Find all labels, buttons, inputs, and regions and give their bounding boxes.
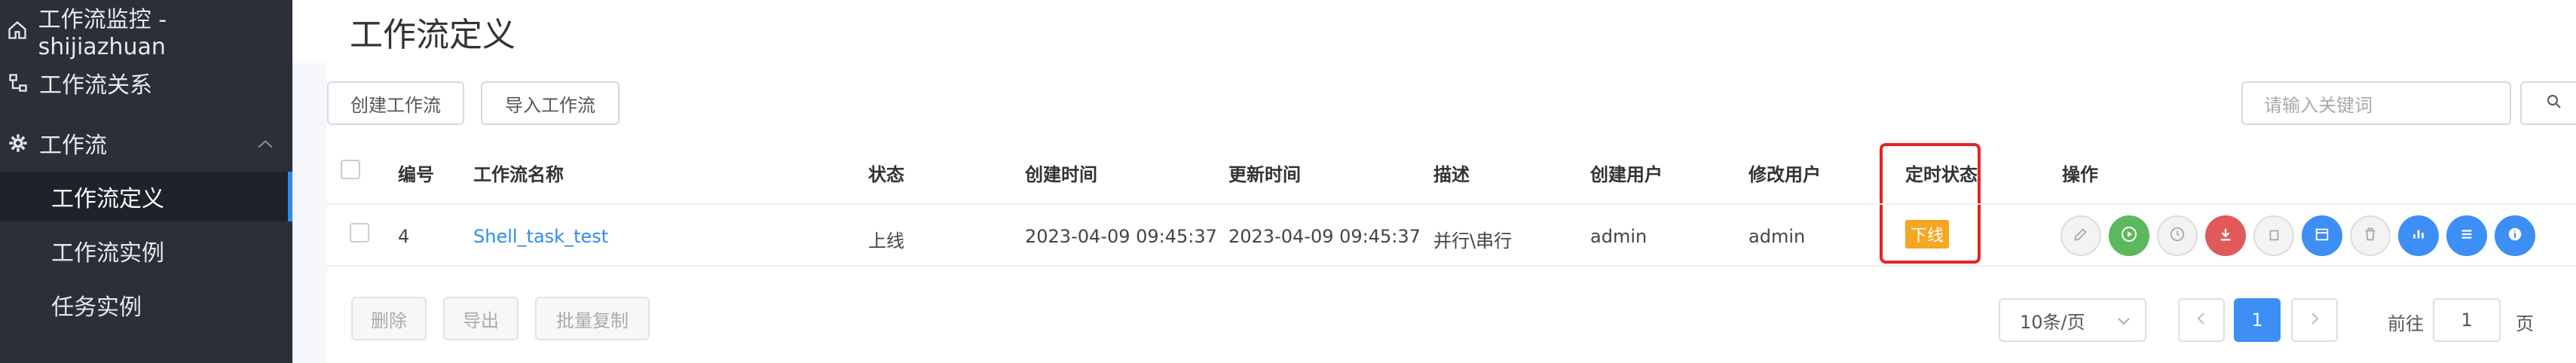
bulk-copy-button[interactable]: 批量复制 — [535, 297, 650, 340]
cell-modifier: admin — [1748, 226, 1806, 247]
col-header-modifier: 修改用户 — [1748, 164, 1821, 185]
schedule-button[interactable] — [2157, 215, 2198, 256]
gear-icon — [3, 133, 33, 154]
copy-button[interactable] — [2253, 215, 2294, 256]
chevron-up-icon — [256, 130, 274, 157]
list-icon — [2458, 226, 2475, 246]
copy-icon — [2265, 226, 2282, 246]
col-header-name: 工作流名称 — [473, 164, 564, 185]
sidebar-subitem-label: 工作流定义 — [51, 186, 164, 212]
bulk-delete-button[interactable]: 删除 — [351, 297, 427, 340]
sidebar-subitem-definition[interactable]: 工作流定义 — [0, 172, 292, 221]
search-input[interactable]: 请输入关键词 — [2241, 81, 2511, 125]
search-icon — [2545, 93, 2563, 114]
info-button[interactable] — [2495, 215, 2535, 256]
delete-button[interactable] — [2350, 215, 2391, 256]
version-button[interactable] — [2446, 215, 2487, 256]
col-header-actions: 操作 — [2062, 164, 2098, 185]
prev-page-button[interactable] — [2178, 298, 2225, 342]
create-workflow-button[interactable]: 创建工作流 — [327, 81, 464, 125]
goto-label: 前往 — [2388, 313, 2424, 334]
col-header-status: 状态 — [868, 164, 904, 185]
chevron-right-icon — [2309, 310, 2320, 331]
relation-icon — [3, 72, 33, 93]
calendar-button[interactable] — [2302, 215, 2342, 256]
home-icon — [3, 20, 32, 41]
import-workflow-button[interactable]: 导入工作流 — [481, 81, 620, 125]
clock-icon — [2169, 226, 2186, 246]
tree-view-button[interactable] — [2398, 215, 2439, 256]
sidebar-item-workflow[interactable]: 工作流 — [0, 120, 292, 166]
sidebar-item-label: 工作流监控 - shijiazhuan — [38, 6, 167, 60]
cell-creator: admin — [1590, 226, 1647, 247]
sidebar-subitem-label: 工作流实例 — [51, 240, 164, 267]
offline-button[interactable] — [2205, 215, 2246, 256]
sidebar-item-monitor[interactable]: 工作流监控 - shijiazhuan — [0, 7, 292, 60]
info-icon — [2507, 226, 2523, 246]
download-icon — [2217, 226, 2234, 246]
sidebar-item-relation[interactable]: 工作流关系 — [0, 60, 292, 105]
cell-updated: 2023-04-09 09:45:37 — [1228, 226, 1421, 247]
col-header-id: 编号 — [398, 164, 434, 185]
chevron-left-icon — [2196, 310, 2207, 331]
cell-created: 2023-04-09 09:45:37 — [1025, 226, 1217, 247]
sidebar: 工作流监控 - shijiazhuan 工作流关系 工作流 工作流定义 工作流实… — [0, 0, 292, 363]
table-row-divider — [327, 265, 2576, 267]
col-header-desc: 描述 — [1433, 164, 1470, 185]
sidebar-subitem-task-instance[interactable]: 任务实例 — [0, 280, 292, 330]
col-header-creator: 创建用户 — [1590, 164, 1663, 185]
cell-status: 上线 — [868, 230, 904, 252]
bar-chart-icon — [2410, 226, 2427, 246]
sidebar-subitem-instance[interactable]: 工作流实例 — [0, 226, 292, 276]
bulk-export-button[interactable]: 导出 — [443, 297, 519, 340]
table-row-divider — [327, 203, 2576, 205]
edit-button[interactable] — [2060, 215, 2101, 256]
main-content: 工作流定义 创建工作流 导入工作流 请输入关键词 编号 工作流名称 状态 创建时… — [292, 0, 2576, 363]
edit-icon — [2073, 226, 2089, 246]
col-header-created: 创建时间 — [1025, 164, 1097, 185]
trash-icon — [2362, 226, 2379, 246]
select-all-checkbox[interactable] — [341, 160, 360, 179]
page-size-select[interactable]: 10条/页 — [1999, 298, 2146, 342]
col-header-updated: 更新时间 — [1228, 164, 1301, 185]
search-button[interactable] — [2520, 81, 2576, 125]
cell-name[interactable]: Shell_task_test — [473, 226, 608, 247]
row-checkbox[interactable] — [350, 223, 369, 243]
goto-page-input[interactable]: 1 — [2433, 298, 2501, 342]
page-size-label: 10条/页 — [2020, 311, 2085, 333]
page-title: 工作流定义 — [350, 16, 516, 54]
cell-desc: 并行\串行 — [1433, 230, 1513, 252]
sidebar-item-label: 工作流 — [39, 133, 107, 159]
page-header — [292, 0, 2576, 63]
next-page-button[interactable] — [2291, 298, 2338, 342]
sidebar-subitem-label: 任务实例 — [51, 294, 142, 321]
page-number-button[interactable]: 1 — [2234, 298, 2281, 342]
cell-id: 4 — [398, 226, 410, 247]
run-button[interactable] — [2109, 215, 2149, 256]
page-unit-label: 页 — [2516, 313, 2534, 334]
calendar-icon — [2314, 226, 2330, 246]
sidebar-item-label: 工作流关系 — [39, 72, 152, 99]
chevron-down-icon — [2116, 310, 2131, 331]
play-icon — [2120, 225, 2138, 246]
